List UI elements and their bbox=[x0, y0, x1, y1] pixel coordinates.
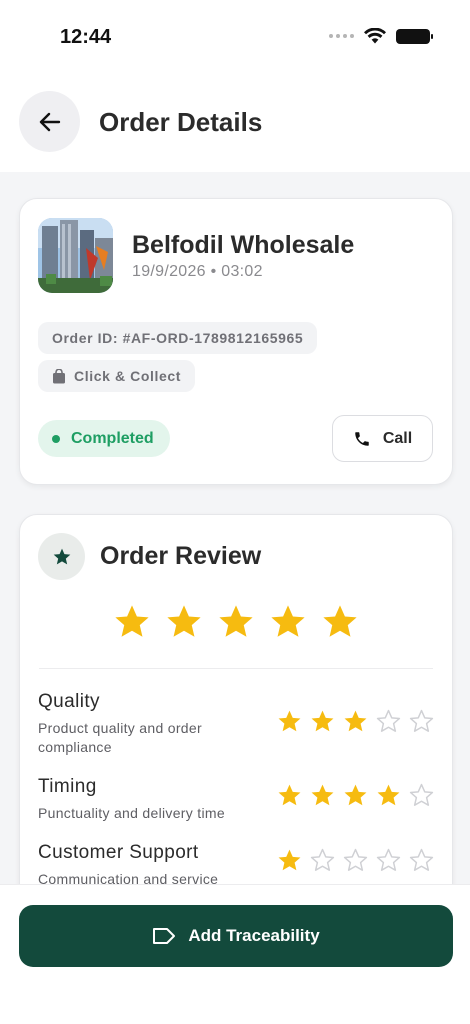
shopping-bag-icon bbox=[53, 368, 65, 383]
rating-description: Product quality and order compliance bbox=[38, 720, 202, 755]
star-filled-icon[interactable] bbox=[376, 783, 401, 808]
star-filled-icon[interactable] bbox=[277, 783, 302, 808]
order-id-chip: Order ID: #AF-ORD-1789812165965 bbox=[38, 322, 318, 354]
status-bar: 12:44 bbox=[0, 0, 470, 72]
header: Order Details bbox=[0, 72, 470, 172]
status-dot bbox=[52, 434, 60, 443]
order-datetime: 19/9/2026 • 03:02 bbox=[132, 263, 263, 280]
star-filled-icon[interactable] bbox=[269, 603, 307, 641]
signal-icon bbox=[329, 34, 354, 38]
fulfillment-chip: Click & Collect bbox=[38, 360, 196, 392]
store-image bbox=[38, 218, 113, 293]
customer-support-stars[interactable] bbox=[277, 848, 434, 873]
phone-icon bbox=[355, 431, 369, 446]
star-empty-icon[interactable] bbox=[409, 848, 434, 873]
star-filled-icon[interactable] bbox=[113, 603, 151, 641]
order-card: Belfodil Wholesale 19/9/2026 • 03:02 Ord… bbox=[19, 198, 453, 485]
status-icons bbox=[329, 28, 433, 44]
quality-stars[interactable] bbox=[277, 709, 434, 734]
review-card: Order Review Quality Product quality and… bbox=[19, 514, 453, 934]
star-filled-icon[interactable] bbox=[321, 603, 359, 641]
order-id-text: Order ID: #AF-ORD-1789812165965 bbox=[52, 330, 304, 346]
wifi-icon bbox=[364, 28, 386, 44]
battery-icon bbox=[396, 28, 433, 44]
star-empty-icon[interactable] bbox=[376, 709, 401, 734]
divider bbox=[39, 668, 433, 669]
timing-stars[interactable] bbox=[277, 783, 434, 808]
page-title: Order Details bbox=[99, 107, 263, 137]
arrow-left-icon bbox=[39, 112, 60, 131]
star-empty-icon[interactable] bbox=[376, 848, 401, 873]
star-empty-icon[interactable] bbox=[343, 848, 368, 873]
star-empty-icon[interactable] bbox=[310, 848, 335, 873]
rating-row-quality: Quality Product quality and order compli… bbox=[38, 691, 434, 757]
status-time: 12:44 bbox=[60, 26, 112, 48]
fulfillment-text: Click & Collect bbox=[74, 368, 182, 384]
star-filled-icon[interactable] bbox=[310, 709, 335, 734]
status-text: Completed bbox=[71, 429, 154, 447]
star-filled-icon[interactable] bbox=[165, 603, 203, 641]
rating-row-timing: Timing Punctuality and delivery time bbox=[38, 776, 434, 823]
star-filled-icon[interactable] bbox=[277, 709, 302, 734]
star-empty-icon[interactable] bbox=[409, 783, 434, 808]
store-name: Belfodil Wholesale bbox=[132, 231, 355, 259]
add-traceability-button[interactable]: Add Traceability bbox=[19, 905, 453, 967]
star-filled-icon[interactable] bbox=[310, 783, 335, 808]
tag-icon bbox=[153, 928, 176, 944]
overall-rating-stars[interactable] bbox=[20, 603, 452, 641]
status-badge: Completed bbox=[38, 420, 170, 457]
star-empty-icon[interactable] bbox=[409, 709, 434, 734]
back-button[interactable] bbox=[19, 91, 80, 152]
star-filled-icon[interactable] bbox=[217, 603, 255, 641]
add-traceability-label: Add Traceability bbox=[188, 926, 320, 945]
call-button[interactable]: Call bbox=[332, 415, 433, 462]
star-filled-icon[interactable] bbox=[343, 709, 368, 734]
star-filled-icon[interactable] bbox=[343, 783, 368, 808]
bottom-bar: Add Traceability bbox=[0, 884, 470, 1024]
review-title: Order Review bbox=[100, 542, 262, 570]
star-icon bbox=[53, 548, 70, 564]
star-filled-icon[interactable] bbox=[277, 848, 302, 873]
review-icon-badge bbox=[38, 533, 85, 580]
rating-description: Punctuality and delivery time bbox=[38, 805, 225, 821]
call-label: Call bbox=[382, 429, 413, 447]
rating-row-customer-support: Customer Support Communication and servi… bbox=[38, 842, 434, 889]
